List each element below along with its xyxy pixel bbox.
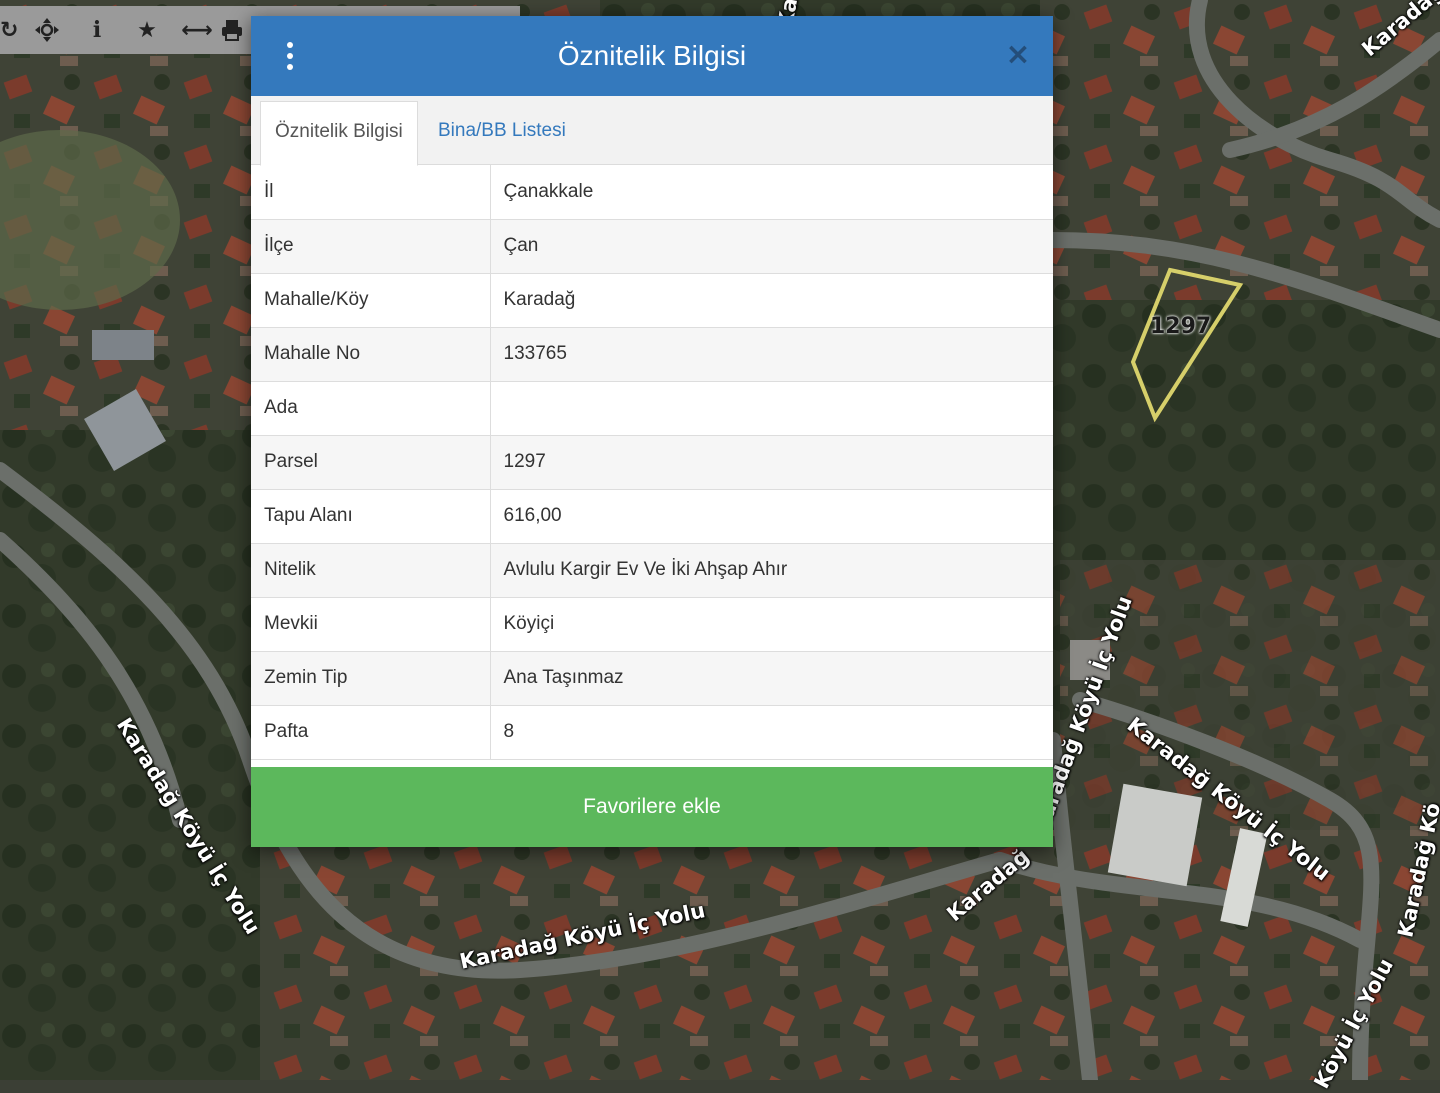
table-row: İlçe Çan xyxy=(251,219,1053,274)
attribute-value: 133765 xyxy=(490,327,1053,382)
vertical-dots-icon-dot xyxy=(287,53,293,59)
close-icon: × xyxy=(1005,37,1031,72)
print-icon xyxy=(222,20,242,41)
tab-building-list[interactable]: Bina/BB Listesi xyxy=(424,101,580,164)
print-tool-button[interactable] xyxy=(222,6,244,54)
add-to-favorites-button[interactable]: Favorilere ekle xyxy=(251,767,1053,847)
modal-menu-button[interactable] xyxy=(279,38,301,74)
attribute-value: Çanakkale xyxy=(490,165,1053,220)
refresh-tool-button[interactable]: ↻ xyxy=(0,6,22,54)
attribute-value: Avlulu Kargir Ev Ve İki Ahşap Ahır xyxy=(490,543,1053,598)
attribute-value: Karadağ xyxy=(490,273,1053,328)
table-row: Nitelik Avlulu Kargir Ev Ve İki Ahşap Ahı… xyxy=(251,543,1053,598)
info-tool-button[interactable]: i xyxy=(72,6,122,54)
table-row: Mahalle No 133765 xyxy=(251,327,1053,382)
attribute-key: Zemin Tip xyxy=(251,651,491,706)
table-row: Zemin Tip Ana Taşınmaz xyxy=(251,651,1053,706)
attribute-key: Mahalle No xyxy=(251,327,491,382)
attribute-value: 8 xyxy=(490,705,1053,760)
pan-move-icon xyxy=(35,18,59,42)
measure-tool-button[interactable]: ⟷ xyxy=(172,6,222,54)
table-row: Ada xyxy=(251,381,1053,436)
info-icon: i xyxy=(92,17,102,43)
attribute-value xyxy=(490,381,1053,436)
modal-title: Öznitelik Bilgisi xyxy=(557,40,747,71)
measure-distance-icon: ⟷ xyxy=(181,17,213,43)
attribute-key: Nitelik xyxy=(251,543,491,598)
attribute-key: Mevkii xyxy=(251,597,491,652)
attribute-key: Mahalle/Köy xyxy=(251,273,491,328)
attribute-value: 1297 xyxy=(490,435,1053,490)
modal-header: Öznitelik Bilgisi × xyxy=(251,16,1053,96)
favorites-tool-button[interactable]: ★ xyxy=(122,6,172,54)
vertical-dots-icon-dot xyxy=(287,64,293,70)
star-icon: ★ xyxy=(137,17,157,43)
table-row: Mevkii Köyiçi xyxy=(251,597,1053,652)
modal-tabs: Öznitelik Bilgisi Bina/BB Listesi xyxy=(251,96,1053,166)
attribute-table: İl Çanakkale İlçe Çan Mahalle/Köy Karadağ M… xyxy=(251,165,1053,760)
attribute-value: Ana Taşınmaz xyxy=(490,651,1053,706)
tab-attribute-info[interactable]: Öznitelik Bilgisi xyxy=(260,101,418,166)
parcel-number-label[interactable]: 1297 xyxy=(1150,314,1211,339)
table-row: Pafta 8 xyxy=(251,705,1053,760)
attribute-key: İl xyxy=(251,165,491,220)
attribute-value: Çan xyxy=(490,219,1053,274)
table-row: Parsel 1297 xyxy=(251,435,1053,490)
pan-tool-button[interactable] xyxy=(22,6,72,54)
vertical-dots-icon xyxy=(287,42,293,48)
attribute-value: Köyiçi xyxy=(490,597,1053,652)
refresh-icon: ↻ xyxy=(0,17,19,43)
table-row: İl Çanakkale xyxy=(251,165,1053,220)
close-button[interactable]: × xyxy=(1003,40,1033,70)
attribute-key: Ada xyxy=(251,381,491,436)
attribute-value: 616,00 xyxy=(490,489,1053,544)
attribute-key: Tapu Alanı xyxy=(251,489,491,544)
attribute-info-modal: Öznitelik Bilgisi × Öznitelik Bilgisi Bi… xyxy=(251,16,1053,847)
table-row: Mahalle/Köy Karadağ xyxy=(251,273,1053,328)
attribute-key: Parsel xyxy=(251,435,491,490)
attribute-key: İlçe xyxy=(251,219,491,274)
table-row: Tapu Alanı 616,00 xyxy=(251,489,1053,544)
attribute-key: Pafta xyxy=(251,705,491,760)
